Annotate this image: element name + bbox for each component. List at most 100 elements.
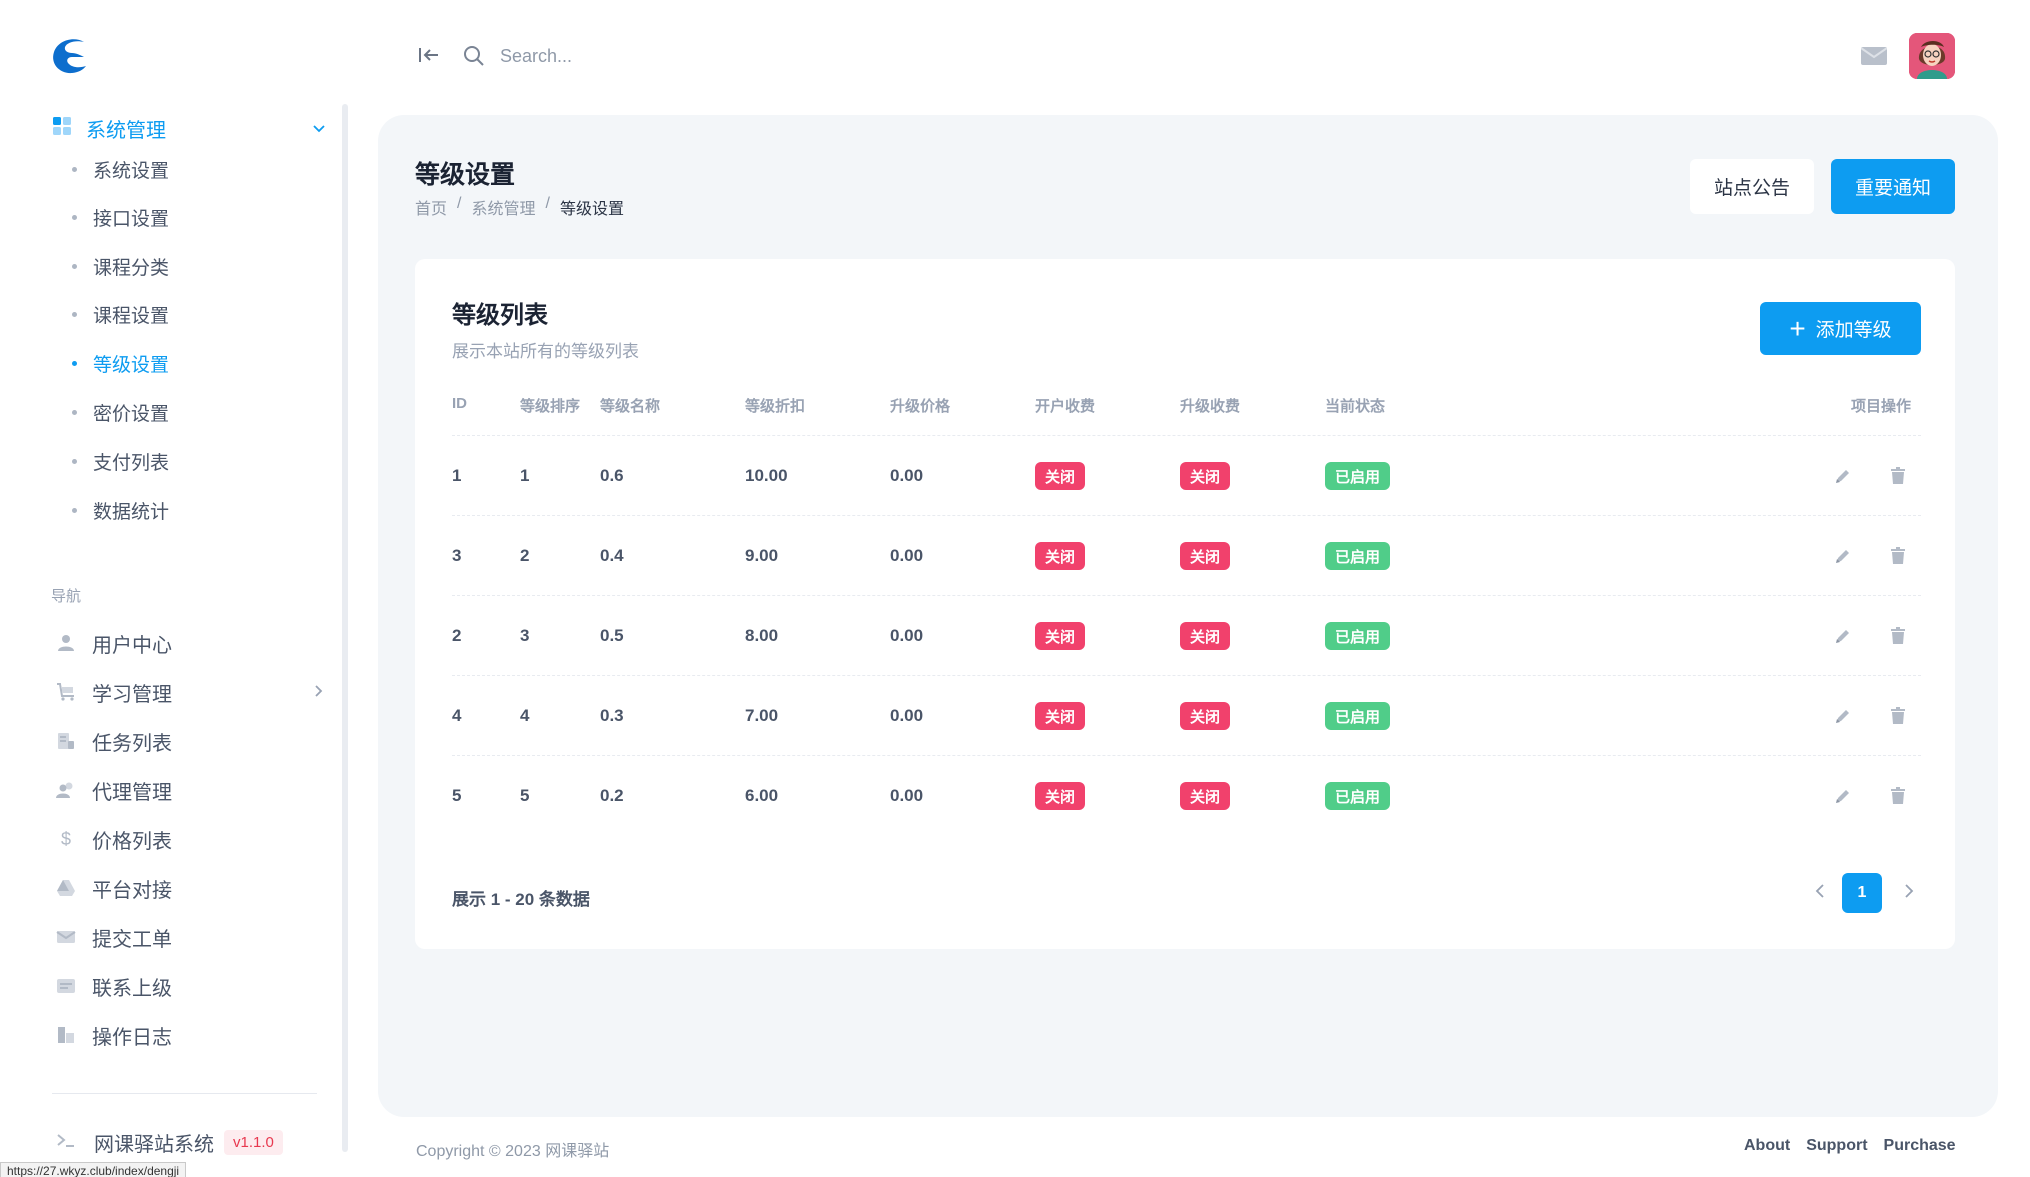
cell-price: 0.00 bbox=[890, 786, 924, 805]
agents-icon bbox=[56, 780, 76, 800]
cell-name: 0.6 bbox=[600, 466, 624, 485]
collapse-sidebar-icon[interactable] bbox=[418, 46, 440, 69]
breadcrumb-system[interactable]: 系统管理 bbox=[471, 195, 535, 219]
sidebar: 系统管理 系统设置 接口设置 课程分类 课程设置 等级设置 密价设置 支付列表 … bbox=[0, 0, 348, 1177]
footer-link-purchase[interactable]: Purchase bbox=[1884, 1137, 1956, 1155]
breadcrumb-separator: / bbox=[457, 195, 462, 212]
sidebar-item-learning[interactable]: 学习管理 bbox=[56, 674, 326, 710]
table-row: 3 2 0.4 9.00 0.00 关闭 关闭 已启用 bbox=[452, 515, 1921, 595]
version-badge: v1.1.0 bbox=[224, 1129, 283, 1155]
sidebar-item-contact[interactable]: 联系上级 bbox=[56, 968, 326, 1004]
edit-pencil-icon[interactable] bbox=[1831, 544, 1855, 568]
open-fee-badge: 关闭 bbox=[1035, 542, 1086, 570]
column-header-price: 升级价格 bbox=[890, 398, 951, 415]
cell-name: 0.4 bbox=[600, 546, 624, 565]
sidebar-group-system[interactable]: 系统管理 bbox=[52, 110, 327, 146]
sidebar-item-platform[interactable]: 平台对接 bbox=[56, 870, 326, 906]
dollar-icon: $ bbox=[60, 828, 71, 849]
cell-name: 0.2 bbox=[600, 786, 624, 805]
footer-link-about[interactable]: About bbox=[1744, 1137, 1790, 1155]
card-subtitle: 展示本站所有的等级列表 bbox=[452, 342, 639, 361]
chevron-right-icon[interactable] bbox=[1902, 881, 1916, 906]
delete-trash-icon[interactable] bbox=[1886, 464, 1910, 488]
delete-trash-icon[interactable] bbox=[1886, 544, 1910, 568]
table-row: 5 5 0.2 6.00 0.00 关闭 关闭 已启用 bbox=[452, 755, 1921, 835]
column-header-open-fee: 开户收费 bbox=[1035, 398, 1096, 415]
sidebar-item-system-settings[interactable]: 系统设置 bbox=[72, 152, 312, 186]
add-level-button[interactable]: + 添加等级 bbox=[1760, 302, 1921, 355]
cell-discount: 6.00 bbox=[745, 786, 779, 805]
sidebar-item-label: 联系上级 bbox=[92, 977, 172, 1000]
sidebar-item-logs[interactable]: 操作日志 bbox=[56, 1017, 326, 1053]
upgrade-fee-badge: 关闭 bbox=[1180, 462, 1231, 490]
breadcrumb-home[interactable]: 首页 bbox=[415, 195, 447, 219]
tasks-icon bbox=[56, 731, 76, 751]
chevron-left-icon[interactable] bbox=[1813, 881, 1827, 906]
delete-trash-icon[interactable] bbox=[1886, 704, 1910, 728]
cell-sort: 1 bbox=[520, 466, 530, 485]
delete-trash-icon[interactable] bbox=[1886, 784, 1910, 808]
cell-id: 4 bbox=[452, 706, 462, 725]
sidebar-item-course-settings[interactable]: 课程设置 bbox=[72, 297, 312, 331]
sidebar-item-agents[interactable]: 代理管理 bbox=[56, 772, 326, 808]
sidebar-item-ticket[interactable]: 提交工单 bbox=[56, 919, 326, 955]
sidebar-item-secret-price[interactable]: 密价设置 bbox=[72, 395, 312, 429]
search-input[interactable] bbox=[500, 40, 800, 72]
edit-pencil-icon[interactable] bbox=[1831, 624, 1855, 648]
important-notice-button[interactable]: 重要通知 bbox=[1831, 159, 1955, 214]
sidebar-item-course-category[interactable]: 课程分类 bbox=[72, 249, 312, 283]
sidebar-item-payments[interactable]: 支付列表 bbox=[72, 444, 312, 478]
sidebar-item-label: 代理管理 bbox=[92, 781, 172, 804]
cell-discount: 7.00 bbox=[745, 706, 779, 725]
bullet-icon bbox=[72, 214, 77, 220]
brand-logo-icon[interactable] bbox=[50, 36, 92, 76]
card-title: 等级列表 bbox=[452, 302, 548, 329]
edit-pencil-icon[interactable] bbox=[1831, 784, 1855, 808]
platform-icon bbox=[56, 878, 76, 898]
user-icon bbox=[56, 633, 76, 653]
search-icon[interactable] bbox=[462, 44, 486, 73]
sidebar-item-level-settings[interactable]: 等级设置 bbox=[72, 346, 312, 380]
bullet-icon bbox=[72, 311, 77, 317]
edit-pencil-icon[interactable] bbox=[1831, 704, 1855, 728]
column-header-actions: 项目操作 bbox=[1851, 398, 1912, 415]
status-badge: 已启用 bbox=[1325, 462, 1391, 490]
sidebar-item-label: 用户中心 bbox=[92, 634, 172, 657]
sidebar-item-label: 密价设置 bbox=[93, 403, 170, 425]
grid-icon bbox=[52, 116, 72, 141]
message-icon bbox=[56, 976, 76, 996]
breadcrumb: 首页 / 系统管理 / 等级设置 bbox=[415, 195, 624, 219]
footer-links: About Support Purchase bbox=[1744, 1137, 1956, 1155]
cell-sort: 3 bbox=[520, 626, 530, 645]
breadcrumb-separator: / bbox=[545, 195, 550, 212]
column-header-upgrade-fee: 升级收费 bbox=[1180, 398, 1241, 415]
sidebar-item-label: 平台对接 bbox=[92, 879, 172, 902]
table-row: 4 4 0.3 7.00 0.00 关闭 关闭 已启用 bbox=[452, 675, 1921, 755]
cell-id: 3 bbox=[452, 546, 462, 565]
cell-discount: 9.00 bbox=[745, 546, 779, 565]
upgrade-fee-badge: 关闭 bbox=[1180, 782, 1231, 810]
cell-id: 5 bbox=[452, 786, 462, 805]
avatar[interactable] bbox=[1909, 33, 1955, 79]
footer-link-support[interactable]: Support bbox=[1806, 1137, 1867, 1155]
mail-icon[interactable] bbox=[1860, 47, 1888, 70]
cell-discount: 10.00 bbox=[745, 466, 788, 485]
sidebar-scrollbar[interactable] bbox=[342, 104, 348, 1152]
site-notice-button[interactable]: 站点公告 bbox=[1690, 159, 1814, 214]
status-bar-url: https://27.wkyz.club/index/dengji bbox=[0, 1162, 187, 1177]
edit-pencil-icon[interactable] bbox=[1831, 464, 1855, 488]
open-fee-badge: 关闭 bbox=[1035, 782, 1086, 810]
sidebar-item-label: 任务列表 bbox=[92, 732, 172, 755]
delete-trash-icon[interactable] bbox=[1886, 624, 1910, 648]
bullet-icon bbox=[72, 360, 77, 366]
sidebar-item-prices[interactable]: $ 价格列表 bbox=[56, 821, 326, 857]
level-list-card: 等级列表 展示本站所有的等级列表 + 添加等级 ID 等级排序 等级名称 等级折… bbox=[415, 259, 1955, 949]
cell-sort: 2 bbox=[520, 546, 530, 565]
pagination-page-button[interactable]: 1 bbox=[1842, 873, 1882, 913]
sidebar-item-statistics[interactable]: 数据统计 bbox=[72, 493, 312, 527]
sidebar-version[interactable]: 网课驿站系统 v1.1.0 bbox=[56, 1125, 283, 1159]
sidebar-item-tasks[interactable]: 任务列表 bbox=[56, 723, 326, 759]
sidebar-item-user-center[interactable]: 用户中心 bbox=[56, 625, 326, 661]
column-header-sort: 等级排序 bbox=[520, 398, 581, 415]
sidebar-item-api-settings[interactable]: 接口设置 bbox=[72, 200, 312, 234]
